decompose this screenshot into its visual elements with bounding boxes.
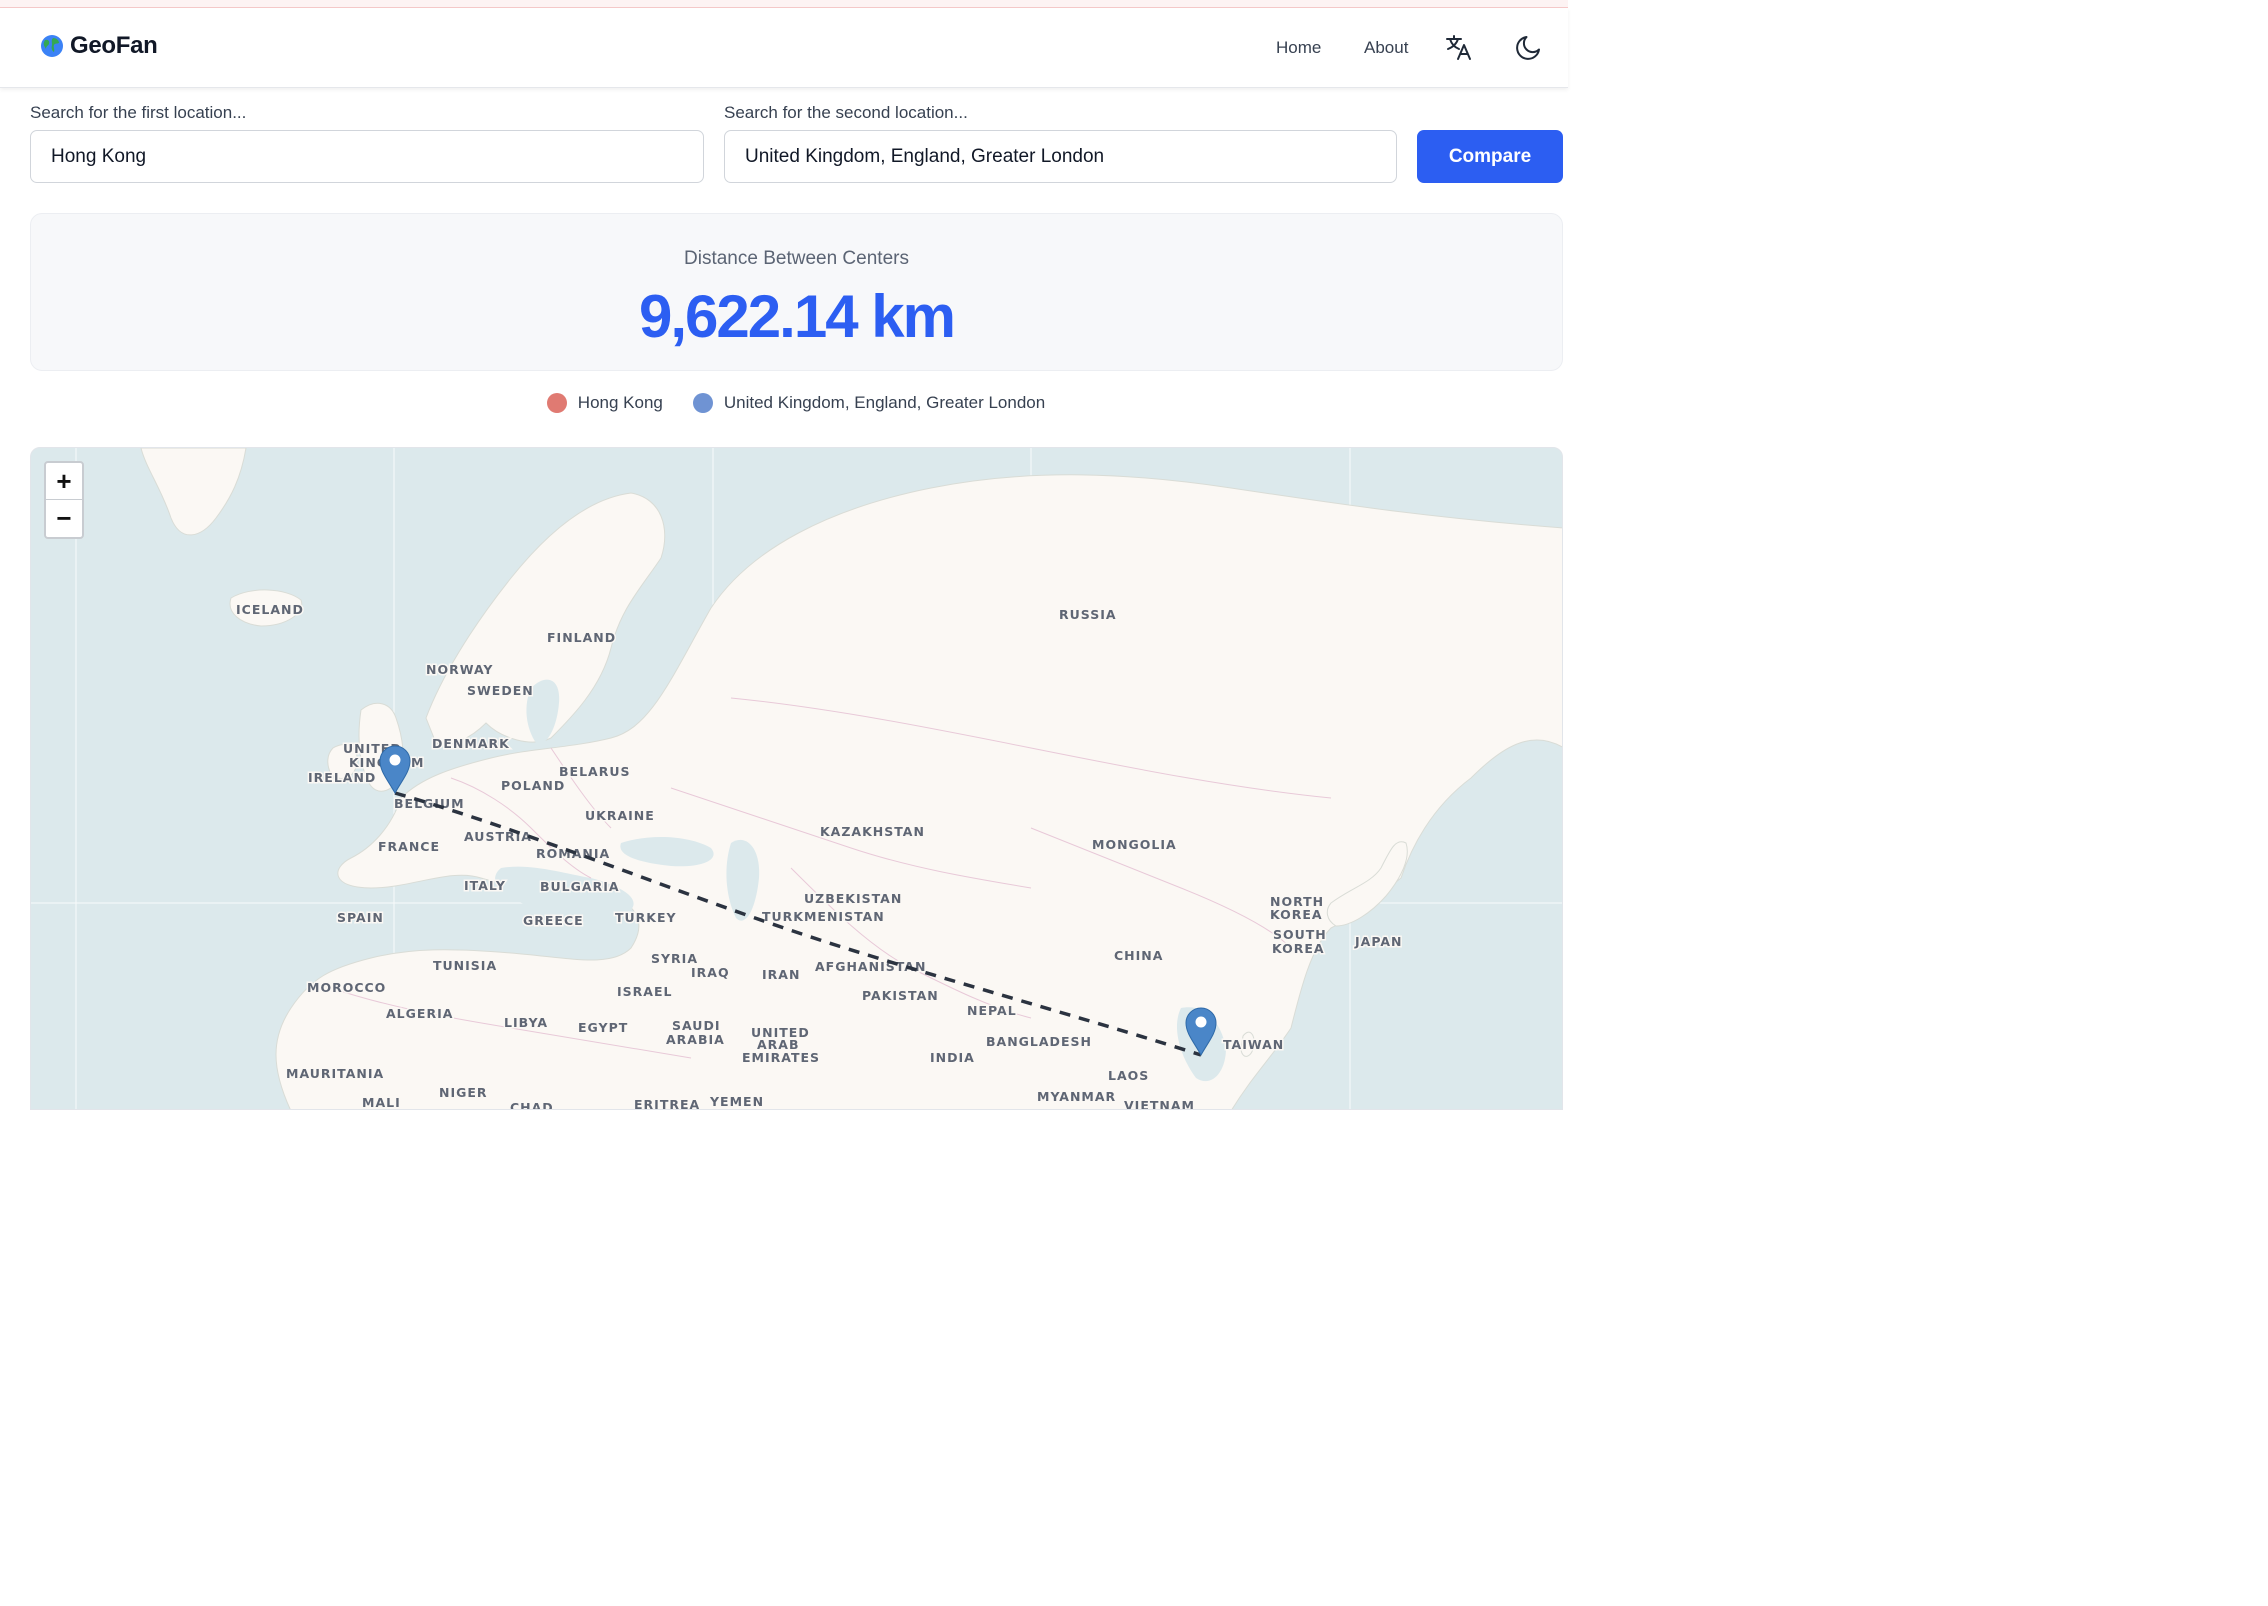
country-label: EGYPT	[578, 1020, 628, 1035]
country-label: UKRAINE	[585, 808, 655, 823]
legend-dot-first	[546, 393, 567, 413]
country-label: CHINA	[1114, 948, 1163, 963]
navbar: GeoFan Home About	[0, 8, 1568, 88]
legend-dot-second	[692, 393, 713, 413]
country-label: UZBEKISTAN	[804, 891, 902, 906]
country-label: INDIA	[930, 1050, 975, 1065]
country-label: AUSTRIA	[464, 829, 532, 844]
country-label: ICELAND	[236, 602, 304, 617]
country-label: BULGARIA	[540, 879, 620, 894]
nav-about-link[interactable]: About	[1364, 38, 1408, 58]
second-location-label: Search for the second location...	[724, 103, 968, 122]
country-label: TURKEY	[615, 910, 677, 925]
country-label: BELGIUM	[394, 796, 465, 811]
globe-icon	[41, 35, 63, 57]
country-label: TURKMENISTAN	[762, 909, 885, 924]
country-label: MALI	[362, 1095, 401, 1110]
second-location-input[interactable]: United Kingdom, England, Greater London	[724, 130, 1397, 183]
nav-home-link[interactable]: Home	[1276, 38, 1321, 58]
country-label: TAIWAN	[1223, 1037, 1284, 1052]
country-label: RUSSIA	[1059, 607, 1117, 622]
country-label: YEMEN	[709, 1094, 764, 1109]
country-label: MONGOLIA	[1092, 837, 1177, 852]
country-label: KAZAKHSTAN	[820, 824, 925, 839]
country-label: IRELAND	[308, 770, 376, 785]
legend: Hong Kong United Kingdom, England, Great…	[0, 393, 1568, 413]
country-label: LAOS	[1108, 1068, 1149, 1083]
country-label: FRANCE	[378, 839, 440, 854]
brand[interactable]: GeoFan	[40, 32, 158, 60]
country-label: SPAIN	[337, 910, 384, 925]
compare-button[interactable]: Compare	[1417, 130, 1563, 183]
country-label: ITALY	[464, 878, 506, 893]
country-label: BANGLADESH	[986, 1034, 1092, 1049]
legend-item-second: United Kingdom, England, Greater London	[692, 393, 1046, 413]
country-label: NORWAY	[426, 662, 493, 677]
zoom-in-button[interactable]: +	[46, 463, 82, 500]
country-label: VIETNAM	[1124, 1098, 1195, 1110]
country-label: MAURITANIA	[286, 1066, 384, 1081]
country-label: LIBYA	[504, 1015, 548, 1030]
moon-icon[interactable]	[1514, 32, 1544, 62]
app-name: GeoFan	[70, 32, 158, 59]
translate-icon[interactable]	[1444, 32, 1474, 62]
country-label: NIGER	[439, 1085, 488, 1100]
first-location-input[interactable]: Hong Kong	[30, 130, 704, 183]
country-label: BELARUS	[559, 764, 630, 779]
country-label: KOREA	[1270, 907, 1323, 922]
distance-value: 9,622.14 km	[639, 283, 956, 350]
legend-label-first: Hong Kong	[577, 393, 663, 412]
country-label: NEPAL	[967, 1003, 1017, 1018]
country-label: POLAND	[501, 778, 565, 793]
country-label: MOROCCO	[307, 980, 386, 995]
zoom-control: + −	[44, 461, 84, 539]
country-label: SOUTH	[1273, 927, 1327, 942]
country-label: ISRAEL	[617, 984, 672, 999]
country-label: IRAN	[762, 967, 800, 982]
zoom-out-button[interactable]: −	[46, 500, 82, 537]
country-label: CHAD	[510, 1100, 554, 1110]
country-label: SWEDEN	[467, 683, 534, 698]
country-label: JAPAN	[1354, 934, 1402, 949]
country-label: DENMARK	[432, 736, 510, 751]
country-label: SYRIA	[651, 951, 698, 966]
country-label: ALGERIA	[386, 1006, 453, 1021]
legend-label-second: United Kingdom, England, Greater London	[723, 393, 1046, 412]
country-label: KOREA	[1272, 941, 1325, 956]
country-label: IRAQ	[691, 965, 730, 980]
country-label: GREECE	[523, 913, 584, 928]
country-label: EMIRATES	[742, 1050, 820, 1065]
country-label: ERITREA	[634, 1097, 700, 1110]
country-label: PAKISTAN	[862, 988, 939, 1003]
legend-item-first: Hong Kong	[546, 393, 663, 413]
map-canvas[interactable]: ICELAND FINLAND NORWAY SWEDEN DENMARK UN…	[31, 448, 1563, 1110]
distance-label: Distance Between Centers	[684, 248, 909, 269]
map[interactable]: ICELAND FINLAND NORWAY SWEDEN DENMARK UN…	[30, 447, 1563, 1110]
country-label: FINLAND	[547, 630, 616, 645]
first-location-label: Search for the first location...	[30, 103, 247, 122]
top-accent-strip	[0, 0, 1568, 8]
country-label: SAUDI	[672, 1018, 720, 1033]
country-label: TUNISIA	[433, 958, 497, 973]
country-label: MYANMAR	[1037, 1089, 1116, 1104]
country-label: ARABIA	[666, 1032, 725, 1047]
distance-card: Distance Between Centers 9,622.14 km	[30, 213, 1563, 371]
